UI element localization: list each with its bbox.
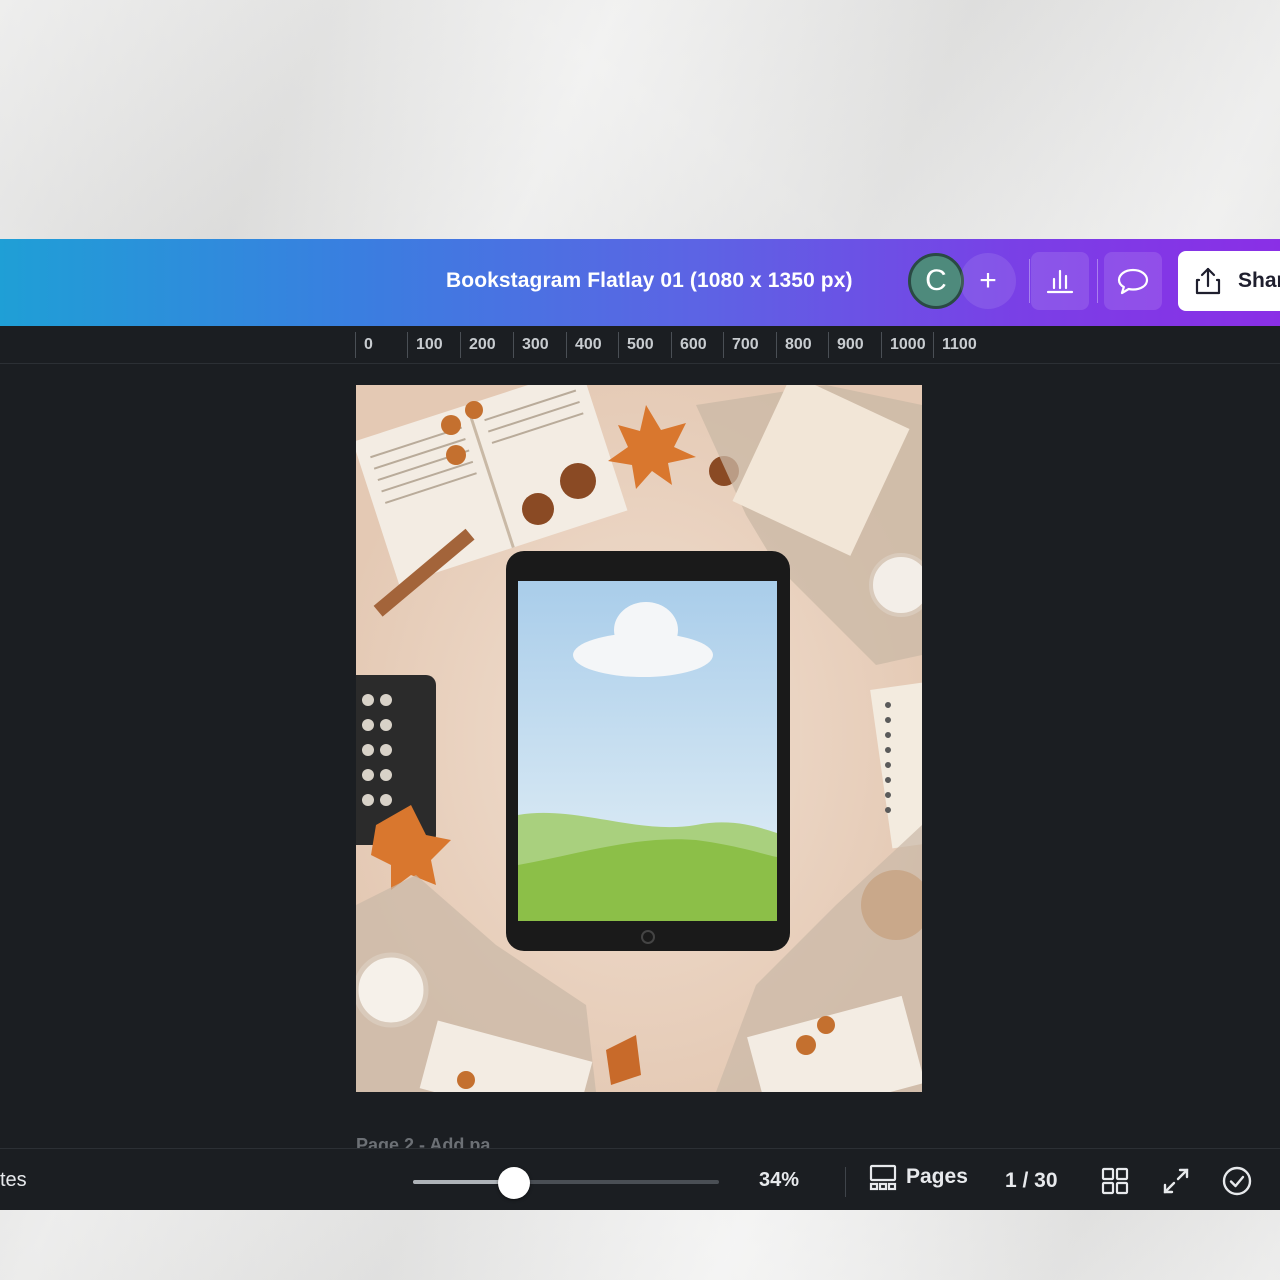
pages-button[interactable]: Pages: [868, 1163, 968, 1191]
share-button[interactable]: Shar: [1178, 251, 1280, 311]
ruler-tick: 200: [460, 332, 513, 358]
document-title[interactable]: Bookstagram Flatlay 01 (1080 x 1350 px): [446, 269, 853, 293]
zoom-percentage[interactable]: 34%: [759, 1169, 799, 1192]
ruler-tick: 1100: [933, 332, 993, 358]
grid-view-icon[interactable]: [1099, 1165, 1131, 1197]
top-bar: Bookstagram Flatlay 01 (1080 x 1350 px) …: [0, 239, 1280, 326]
pages-label: Pages: [906, 1165, 968, 1188]
page-counter: 1 / 30: [1005, 1169, 1058, 1192]
share-icon: [1195, 267, 1221, 295]
bottom-bar: tes 34% Pages 1 / 30: [0, 1148, 1280, 1210]
ruler-tick: 100: [407, 332, 460, 358]
design-canvas-page-1[interactable]: [356, 385, 922, 1092]
zoom-slider-fill: [413, 1180, 500, 1184]
divider: [1097, 259, 1098, 303]
divider: [1029, 259, 1030, 303]
ruler-tick: 800: [776, 332, 828, 358]
ruler-tick: 900: [828, 332, 881, 358]
zoom-slider-thumb[interactable]: [498, 1167, 530, 1199]
comment-icon: [1117, 268, 1149, 295]
ruler-tick: 0: [355, 332, 407, 358]
pages-icon: [869, 1164, 897, 1191]
divider: [845, 1167, 846, 1197]
ruler-divider: [0, 363, 1280, 364]
ruler-tick: 600: [671, 332, 723, 358]
insights-button[interactable]: [1031, 252, 1089, 310]
ruler-tick: 400: [566, 332, 618, 358]
ruler-tick: 500: [618, 332, 671, 358]
check-circle-icon[interactable]: [1221, 1165, 1253, 1197]
fullscreen-icon[interactable]: [1160, 1165, 1192, 1197]
insights-icon: [1046, 269, 1074, 294]
plus-icon: +: [979, 264, 997, 297]
ruler-tick: 300: [513, 332, 566, 358]
share-label: Shar: [1238, 269, 1280, 292]
ruler-tick: 700: [723, 332, 776, 358]
editor-window: Bookstagram Flatlay 01 (1080 x 1350 px) …: [0, 239, 1280, 1210]
add-people-button[interactable]: +: [960, 253, 1016, 309]
user-avatar[interactable]: C: [908, 253, 964, 309]
horizontal-ruler: 0 100 200 300 400 500 600 700 800 900 10…: [355, 330, 1280, 360]
flatlay-artwork: [356, 385, 922, 1092]
notes-button[interactable]: tes: [0, 1169, 27, 1192]
ruler-tick: 1000: [881, 332, 933, 358]
comment-button[interactable]: [1104, 252, 1162, 310]
